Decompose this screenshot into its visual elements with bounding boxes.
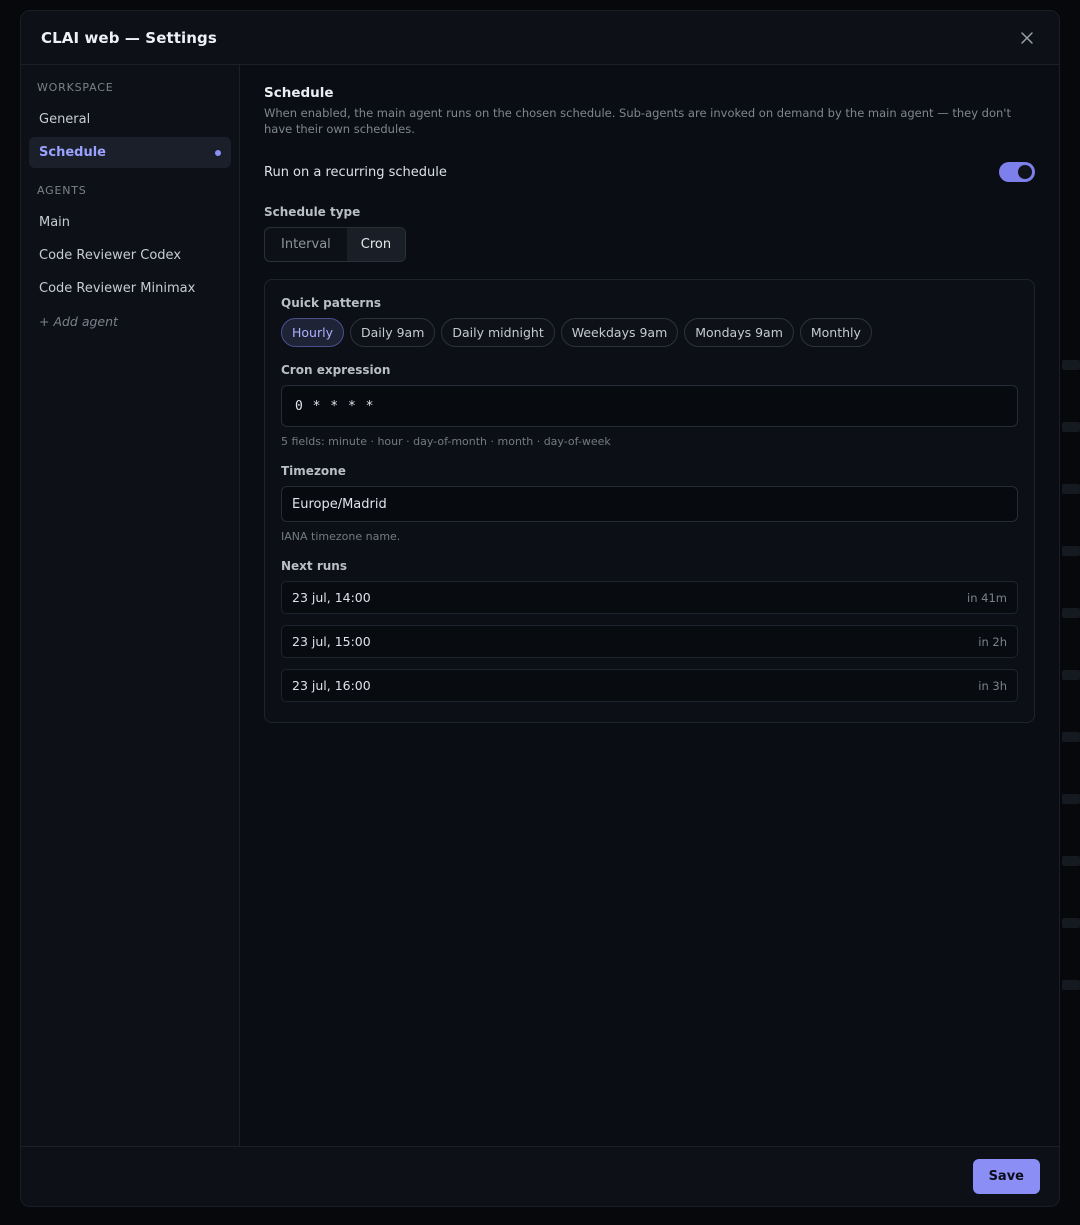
sidebar-item-general[interactable]: General	[29, 104, 231, 135]
section-description: When enabled, the main agent runs on the…	[264, 106, 1011, 136]
pattern-daily-9am[interactable]: Daily 9am	[349, 318, 436, 347]
sidebar-item-code-reviewer-codex[interactable]: Code Reviewer Codex	[29, 240, 231, 271]
next-runs-label: Next runs	[281, 559, 347, 573]
settings-modal: CLAI web — Settings WORKSPACE General Sc…	[20, 10, 1060, 1207]
close-icon	[1021, 31, 1033, 44]
save-button[interactable]: Save	[972, 1159, 1040, 1194]
sidebar-item-label: Code Reviewer Codex	[39, 248, 182, 263]
sidebar-item-code-reviewer-minimax[interactable]: Code Reviewer Minimax	[29, 273, 231, 304]
timezone-hint: IANA timezone name.	[281, 530, 401, 543]
quick-patterns-label: Quick patterns	[281, 296, 382, 310]
settings-sidebar: WORKSPACE General Schedule AGENTS Main C…	[21, 65, 240, 1146]
pattern-daily-midnight[interactable]: Daily midnight	[441, 318, 555, 347]
modal-header: CLAI web — Settings	[21, 11, 1059, 65]
quick-patterns-list: Hourly Daily 9am Daily midnight Weekdays…	[281, 318, 1018, 347]
pattern-hourly[interactable]: Hourly	[281, 318, 344, 347]
next-run-row: 23 jul, 16:00 in 3h	[281, 669, 1018, 702]
cron-settings-card: Quick patterns Hourly Daily 9am Daily mi…	[264, 279, 1035, 723]
toggle-knob	[1018, 165, 1032, 179]
recurring-schedule-toggle[interactable]	[999, 162, 1035, 182]
section-title: Schedule	[264, 85, 334, 101]
next-run-date: 23 jul, 15:00	[292, 634, 371, 649]
pattern-monthly[interactable]: Monthly	[799, 318, 872, 347]
schedule-panel: Schedule When enabled, the main agent ru…	[240, 65, 1059, 1146]
close-button[interactable]	[1015, 26, 1039, 50]
modal-body: WORKSPACE General Schedule AGENTS Main C…	[21, 65, 1059, 1146]
modal-title: CLAI web — Settings	[41, 28, 217, 47]
next-run-date: 23 jul, 16:00	[292, 678, 371, 693]
schedule-type-interval[interactable]: Interval	[265, 228, 347, 261]
modal-footer: Save	[21, 1146, 1059, 1206]
sidebar-item-label: Schedule	[39, 145, 106, 160]
next-run-date: 23 jul, 14:00	[292, 590, 371, 605]
next-run-relative: in 2h	[978, 634, 1007, 649]
next-run-row: 23 jul, 15:00 in 2h	[281, 625, 1018, 658]
add-agent-button[interactable]: + Add agent	[29, 306, 231, 337]
sidebar-item-label: Main	[39, 215, 71, 230]
sidebar-item-label: Code Reviewer Minimax	[39, 281, 196, 296]
recurring-schedule-label: Run on a recurring schedule	[264, 164, 447, 180]
cron-expression-hint: 5 fields: minute · hour · day-of-month ·…	[281, 435, 611, 448]
active-indicator-dot	[215, 149, 221, 156]
add-agent-label: + Add agent	[39, 314, 118, 329]
pattern-weekdays-9am[interactable]: Weekdays 9am	[560, 318, 679, 347]
sidebar-item-label: General	[39, 112, 91, 127]
timezone-label: Timezone	[281, 464, 346, 478]
sidebar-heading-agents: AGENTS	[37, 184, 87, 197]
next-run-relative: in 41m	[967, 590, 1007, 605]
timezone-input[interactable]: Europe/Madrid	[281, 486, 1018, 522]
schedule-type-cron[interactable]: Cron	[346, 228, 406, 261]
cron-expression-input[interactable]: 0 * * * *	[281, 385, 1018, 427]
recurring-schedule-row: Run on a recurring schedule	[264, 161, 1035, 183]
cron-expression-label: Cron expression	[281, 363, 391, 377]
sidebar-heading-workspace: WORKSPACE	[37, 81, 114, 94]
schedule-type-label: Schedule type	[264, 205, 361, 219]
pattern-mondays-9am[interactable]: Mondays 9am	[684, 318, 794, 347]
sidebar-item-schedule[interactable]: Schedule	[29, 137, 231, 168]
next-runs-list: 23 jul, 14:00 in 41m 23 jul, 15:00 in 2h…	[281, 581, 1018, 702]
schedule-type-segmented-control: Interval Cron	[264, 227, 407, 262]
next-run-row: 23 jul, 14:00 in 41m	[281, 581, 1018, 614]
next-run-relative: in 3h	[978, 678, 1007, 693]
sidebar-item-main[interactable]: Main	[29, 207, 231, 238]
